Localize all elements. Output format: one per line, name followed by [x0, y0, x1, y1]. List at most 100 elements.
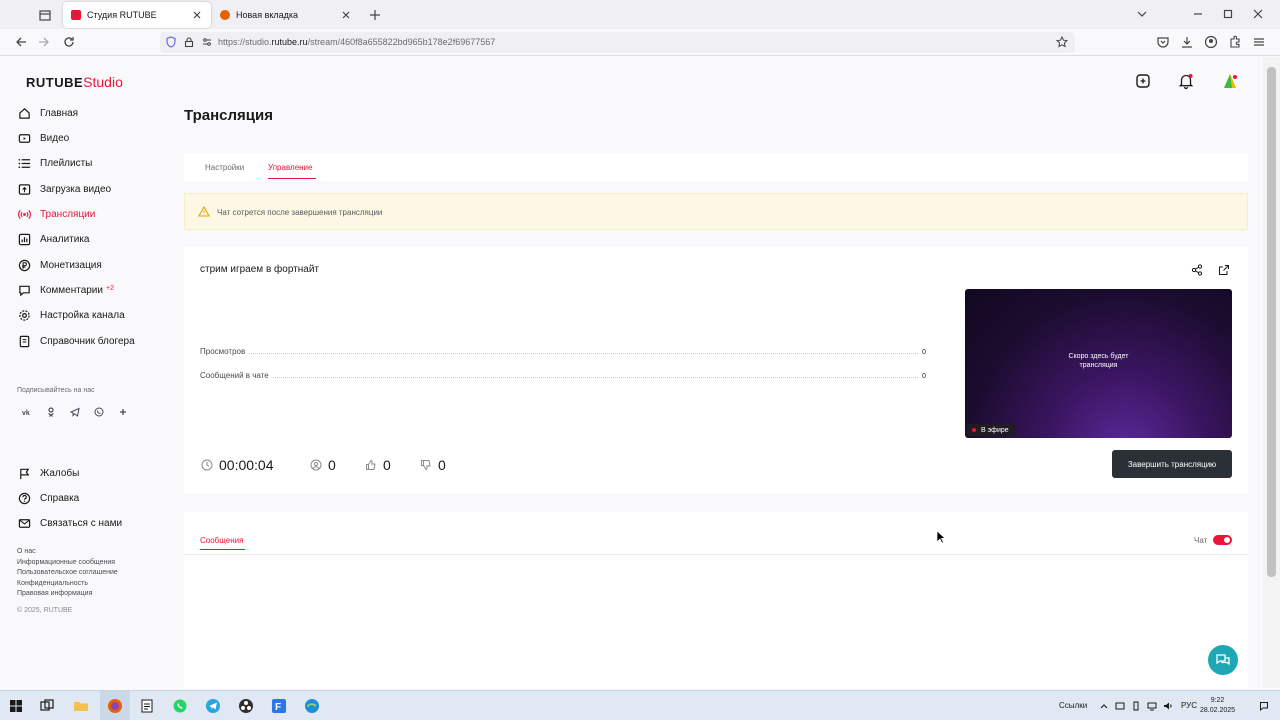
clock-time: 9:22: [1210, 697, 1225, 704]
sidebar-item-analytics[interactable]: Аналитика: [18, 229, 168, 249]
help-icon: [18, 492, 31, 504]
stat-label: Просмотров: [200, 347, 246, 356]
playlist-icon: [18, 158, 31, 168]
language-indicator[interactable]: РУС: [1181, 701, 1197, 710]
support-chat-button[interactable]: [1208, 645, 1238, 675]
sidebar-item-channel-settings[interactable]: Настройка канала: [18, 305, 168, 325]
scrollbar-thumb[interactable]: [1267, 67, 1276, 577]
sidebar-item-label: Аналитика: [40, 233, 90, 245]
firefox-favicon-icon: [220, 10, 230, 20]
end-stream-button[interactable]: Завершить трансляцию: [1112, 450, 1232, 478]
avatar[interactable]: [1220, 71, 1240, 91]
thumbs-up-icon: [366, 459, 376, 470]
pocket-icon[interactable]: [1156, 35, 1170, 49]
notifications-bell-icon[interactable]: [1176, 71, 1196, 91]
tab-list-icon[interactable]: [37, 7, 53, 23]
open-external-icon[interactable]: [1218, 264, 1230, 276]
sidebar-item-comments[interactable]: Комментарии +2: [18, 280, 168, 300]
sidebar-item-video[interactable]: Видео: [18, 128, 168, 148]
footer-link-terms[interactable]: Пользовательское соглашение: [17, 569, 118, 576]
chat-toggle-label: Чат: [1194, 536, 1208, 545]
sidebar-item-label: Трансляции: [40, 208, 96, 220]
sidebar-item-blogger-handbook[interactable]: Справочник блогера: [18, 331, 168, 351]
sidebar-item-broadcasts[interactable]: Трансляции: [18, 204, 168, 224]
firefox-icon[interactable]: [107, 698, 123, 714]
downloads-icon[interactable]: [1180, 35, 1194, 49]
tray-chevron-up-icon[interactable]: [1099, 701, 1109, 711]
sidebar-item-label: Настройка канала: [40, 309, 125, 321]
sidebar-item-help[interactable]: Справка: [18, 488, 168, 508]
vk-icon[interactable]: vk: [22, 407, 32, 417]
notification-center-icon[interactable]: [1259, 701, 1269, 711]
whatsapp-icon[interactable]: [172, 698, 188, 714]
alert-text: Чат сотрется после завершения трансляции: [217, 208, 383, 217]
browser-tab-rutube-studio[interactable]: Студия RUTUBE: [63, 2, 211, 28]
lock-icon[interactable]: [183, 36, 195, 48]
upload-icon: [18, 183, 31, 195]
new-tab-icon[interactable]: [368, 8, 382, 22]
edge-icon[interactable]: [304, 698, 320, 714]
network-icon[interactable]: [1147, 701, 1157, 711]
permissions-icon[interactable]: [201, 36, 213, 48]
bookmark-star-icon[interactable]: [1056, 36, 1068, 48]
minimize-icon[interactable]: [1191, 7, 1205, 21]
reload-icon[interactable]: [62, 35, 76, 49]
notepad-icon[interactable]: [139, 698, 155, 714]
viber-icon[interactable]: [94, 407, 104, 417]
maximize-icon[interactable]: [1221, 7, 1235, 21]
footer-link-about[interactable]: О нас: [17, 548, 36, 555]
tray-app-icon[interactable]: [1115, 701, 1125, 711]
extensions-icon[interactable]: [1228, 35, 1242, 49]
stat-label: Сообщений в чате: [200, 371, 269, 380]
sidebar-item-label: Справочник блогера: [40, 335, 135, 347]
tab-messages[interactable]: Сообщения: [200, 536, 243, 545]
logo-main-text: RUTUBE: [26, 75, 84, 90]
plus-icon[interactable]: [118, 407, 128, 417]
sidebar-item-upload[interactable]: Загрузка видео: [18, 179, 168, 199]
file-explorer-icon[interactable]: [73, 698, 89, 714]
usb-icon[interactable]: [1131, 701, 1141, 711]
close-tab-icon[interactable]: [340, 9, 352, 21]
telegram-app-icon[interactable]: [205, 698, 221, 714]
sidebar-item-contact[interactable]: Связаться с нами: [18, 513, 168, 533]
rutube-studio-logo[interactable]: RUTUBE Studio: [26, 74, 123, 90]
page-scrollbar[interactable]: [1263, 57, 1280, 688]
support-chat-icon: [1216, 654, 1230, 666]
telegram-icon[interactable]: [70, 407, 80, 417]
address-bar[interactable]: https://studio.rutube.ru/stream/460f8a65…: [160, 32, 1075, 53]
task-view-icon[interactable]: [39, 698, 55, 714]
sidebar-item-home[interactable]: Главная: [18, 103, 168, 123]
ok-icon[interactable]: [46, 407, 56, 417]
close-window-icon[interactable]: [1251, 7, 1265, 21]
obs-icon[interactable]: [238, 698, 254, 714]
windows-start-icon[interactable]: [8, 698, 24, 714]
footer-link-legal[interactable]: Правовая информация: [17, 590, 92, 597]
sidebar-item-label: Видео: [40, 132, 70, 144]
close-tab-icon[interactable]: [191, 9, 203, 21]
sidebar-item-complaints[interactable]: Жалобы: [18, 463, 168, 483]
preview-text-line-2: трансляция: [1079, 362, 1118, 369]
tab-settings[interactable]: Настройки: [205, 163, 244, 172]
list-all-tabs-icon[interactable]: [1135, 7, 1149, 21]
browser-tab-new-tab[interactable]: Новая вкладка: [212, 2, 360, 28]
account-icon[interactable]: [1204, 35, 1218, 49]
forward-icon[interactable]: [37, 35, 51, 49]
app-pin-icon[interactable]: F: [271, 698, 287, 714]
sidebar-item-playlists[interactable]: Плейлисты: [18, 153, 168, 173]
stream-preview[interactable]: Скоро здесь будет трансляция В эфире: [965, 289, 1232, 438]
back-icon[interactable]: [14, 35, 28, 49]
volume-icon[interactable]: [1163, 701, 1173, 711]
footer-link-privacy[interactable]: Конфиденциальность: [17, 580, 88, 587]
share-icon[interactable]: [1191, 264, 1203, 276]
sidebar-item-monetization[interactable]: Монетизация: [18, 255, 168, 275]
footer-link-notices[interactable]: Информационные сообщения: [17, 559, 115, 566]
menu-icon[interactable]: [1252, 35, 1266, 49]
taskbar-links-label[interactable]: Ссылки: [1059, 701, 1087, 710]
add-content-icon[interactable]: [1133, 71, 1153, 91]
clock-date: 28.02.2025: [1200, 707, 1236, 714]
system-clock[interactable]: 9:22 28.02.2025: [1200, 696, 1235, 716]
video-icon: [18, 133, 31, 143]
tab-management[interactable]: Управление: [268, 163, 312, 172]
chat-toggle[interactable]: [1213, 535, 1232, 545]
tracking-protection-icon[interactable]: [165, 36, 177, 48]
